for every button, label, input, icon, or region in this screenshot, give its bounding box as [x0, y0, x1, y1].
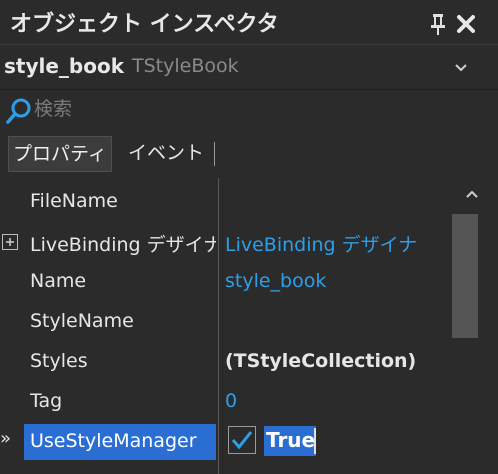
property-row-livebinding[interactable]: LiveBinding デザイナ LiveBinding デザイナ	[0, 222, 448, 262]
property-name: LiveBinding デザイナ	[30, 234, 216, 256]
component-selector[interactable]: style_book TStyleBook	[0, 44, 498, 90]
search-input[interactable]	[34, 94, 474, 124]
component-type: TStyleBook	[132, 55, 239, 77]
property-name: UseStyleManager	[30, 430, 197, 452]
property-value[interactable]: style_book	[225, 270, 448, 292]
close-icon[interactable]	[456, 14, 476, 34]
property-value-editor[interactable]: True	[266, 428, 315, 452]
property-value[interactable]: LiveBinding デザイナ	[225, 230, 448, 257]
scrollbar-thumb[interactable]	[452, 214, 478, 338]
property-name: Styles	[30, 350, 88, 372]
property-name: Tag	[30, 390, 63, 412]
property-grid: FileName LiveBinding デザイナ LiveBinding デザ…	[0, 178, 498, 474]
property-row-stylename[interactable]: StyleName	[0, 302, 448, 342]
chevron-up-icon[interactable]	[458, 184, 486, 204]
search-icon	[4, 96, 34, 126]
title-bar: オブジェクト インスペクタ	[0, 0, 498, 44]
expand-icon[interactable]	[2, 234, 18, 250]
selected-row-marker: »	[0, 428, 12, 449]
text-caret	[314, 428, 316, 454]
chevron-down-icon[interactable]	[446, 55, 476, 79]
tab-events[interactable]: イベント	[124, 136, 208, 170]
tab-bar: プロパティ イベント	[8, 136, 498, 172]
tab-separator	[214, 142, 215, 166]
property-row-tag[interactable]: Tag 0	[0, 382, 448, 422]
panel-title: オブジェクト インスペクタ	[10, 12, 279, 37]
tab-properties[interactable]: プロパティ	[8, 136, 112, 172]
property-name: Name	[30, 270, 87, 292]
search-bar	[0, 90, 498, 130]
property-row-styles[interactable]: Styles (TStyleCollection)	[0, 342, 448, 382]
property-row-usestylemanager[interactable]: » UseStyleManager	[0, 422, 448, 462]
vertical-scrollbar[interactable]	[448, 178, 498, 474]
checkbox[interactable]	[228, 426, 256, 454]
property-name: StyleName	[30, 310, 134, 332]
property-name: FileName	[30, 190, 118, 212]
property-row-filename[interactable]: FileName	[0, 182, 448, 222]
pin-icon[interactable]	[428, 12, 448, 36]
property-value[interactable]: (TStyleCollection)	[225, 350, 448, 372]
column-divider[interactable]	[218, 178, 219, 474]
property-row-name[interactable]: Name style_book	[0, 262, 448, 302]
property-value[interactable]: 0	[225, 390, 448, 412]
component-name: style_book	[4, 54, 125, 78]
